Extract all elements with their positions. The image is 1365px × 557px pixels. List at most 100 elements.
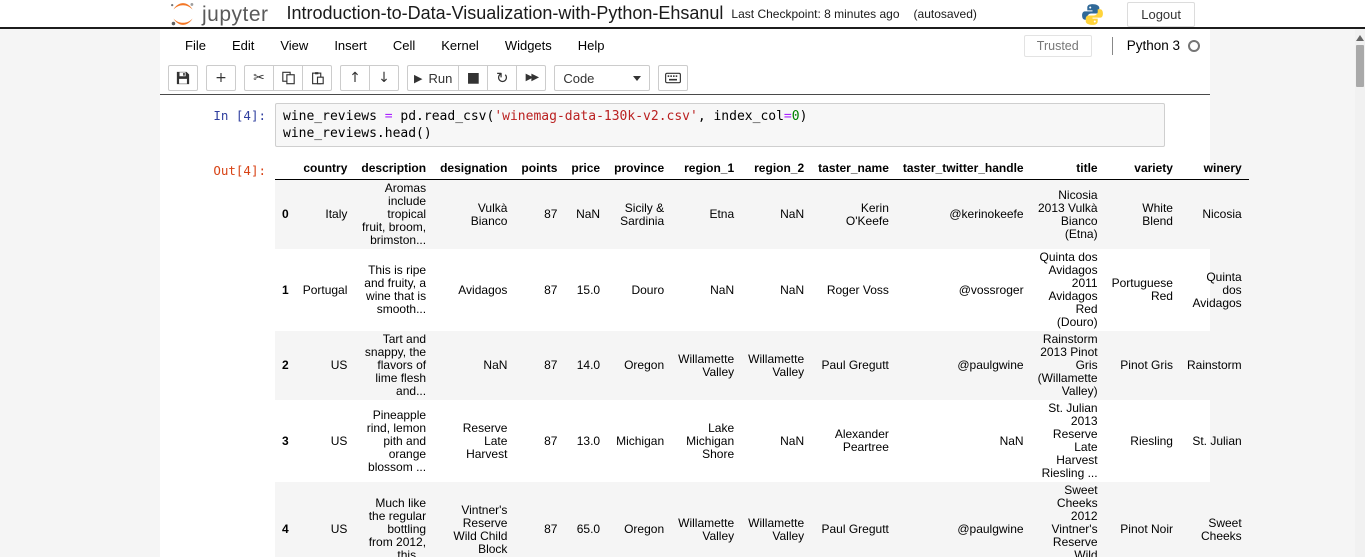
table-cell: Rainstorm	[1186, 358, 1242, 372]
column-header-province: province	[607, 158, 672, 180]
cell-type-value: Code	[563, 70, 595, 86]
run-button[interactable]: ▶ Run	[407, 65, 460, 91]
menu-item-edit[interactable]: Edit	[219, 32, 267, 59]
table-cell: @vossroger	[958, 282, 1024, 297]
table-cell: Nicosia	[1202, 207, 1242, 221]
save-icon	[176, 71, 190, 85]
table-cell: Pinot Noir	[1120, 522, 1173, 536]
copy-cell-button[interactable]	[273, 65, 303, 91]
notebook-title[interactable]: Introduction-to-Data-Visualization-with-…	[287, 3, 724, 24]
table-cell: Michigan	[616, 433, 665, 448]
table-row: 3 US Pineapple rind, lemon pith and orange…	[275, 400, 1249, 482]
table-cell: Lake Michigan Shore	[686, 420, 735, 461]
table-cell: Etna	[709, 207, 735, 221]
code-token: wine_reviews.head()	[283, 126, 432, 141]
row-index: 1	[282, 282, 289, 297]
table-cell: Portugal	[302, 282, 348, 297]
menu-item-widgets[interactable]: Widgets	[492, 32, 565, 59]
scrollbar-thumb[interactable]	[1356, 45, 1364, 87]
table-cell: @paulgwine	[957, 358, 1024, 372]
table-cell: Paul Gregutt	[821, 522, 889, 536]
table-cell: NaN	[483, 358, 508, 372]
table-cell: NaN	[576, 207, 601, 221]
table-cell: US	[330, 522, 348, 536]
menu-items: File Edit View Insert Cell Kernel Widgets Help	[172, 32, 618, 59]
table-cell: Roger Voss	[826, 282, 889, 297]
table-cell: Tart and snappy, the flavors of lime fle…	[364, 332, 427, 398]
table-cell: Vulkà Bianco	[470, 200, 508, 228]
column-header-taster_name: taster_name	[811, 158, 896, 180]
table-cell: Sweet Cheeks 2012 Vintner's Reserve Wild…	[1051, 483, 1098, 557]
cut-cell-button[interactable]: ✂	[244, 65, 274, 91]
column-header-description: description	[354, 158, 434, 180]
move-cell-up-button[interactable]: ↑	[340, 65, 370, 91]
jupyter-logo[interactable]: jupyter	[168, 0, 269, 28]
toolbar: + ✂ ↑ ↓ ▶ Run ■ ↻ ▶▶ Code	[160, 62, 1210, 95]
column-header-designation: designation	[433, 158, 515, 180]
table-cell: NaN	[999, 433, 1024, 448]
table-cell: Oregon	[624, 522, 665, 536]
restart-run-all-icon: ▶▶	[525, 72, 539, 83]
scrollbar[interactable]	[1355, 29, 1365, 557]
table-row: 0 Italy Aromas include tropical fruit, bro…	[275, 179, 1249, 249]
dataframe-table: country description designation points price…	[275, 158, 1249, 557]
interrupt-icon: ■	[466, 70, 480, 86]
table-cell: Willamette Valley	[748, 515, 805, 543]
output-prompt: Out[4]:	[213, 163, 266, 178]
table-cell: Kerin O'Keefe	[845, 200, 889, 228]
paste-cell-button[interactable]	[302, 65, 332, 91]
notebook-area: In [4]: wine_reviews = pd.read_csv('wine…	[160, 95, 1249, 557]
column-header-taster_twitter_handle: taster_twitter_handle	[895, 158, 1031, 180]
table-cell: Paul Gregutt	[821, 358, 889, 372]
table-cell: Rainstorm 2013 Pinot Gris (Willamette Va…	[1037, 332, 1098, 398]
menu-item-cell[interactable]: Cell	[380, 32, 428, 59]
dataframe-output: country description designation points price…	[275, 158, 1249, 557]
column-header-country: country	[295, 158, 355, 180]
table-cell: Much like the regular bottling from 2012…	[368, 496, 427, 557]
table-cell: 87	[544, 522, 558, 536]
menu-item-kernel[interactable]: Kernel	[428, 32, 492, 59]
menu-item-help[interactable]: Help	[565, 32, 618, 59]
add-cell-button[interactable]: +	[206, 65, 236, 91]
table-cell: Italy	[325, 207, 348, 221]
menu-item-view[interactable]: View	[267, 32, 321, 59]
save-button[interactable]	[168, 65, 198, 91]
menu-separator	[1111, 36, 1113, 55]
column-header-points: points	[514, 158, 565, 180]
keyboard-icon	[665, 72, 682, 84]
table-cell: Avidagos	[458, 282, 508, 297]
table-row: 1 Portugal This is ripe and fruity, a wine…	[275, 249, 1249, 331]
cell-type-dropdown[interactable]: Code	[554, 65, 651, 91]
menu-item-file[interactable]: File	[172, 32, 219, 59]
restart-kernel-button[interactable]: ↻	[487, 65, 518, 91]
trusted-badge: Trusted	[1023, 34, 1092, 57]
command-palette-button[interactable]	[658, 65, 689, 91]
table-cell: Reserve Late Harvest	[462, 420, 508, 461]
table-cell: Vintner's Reserve Wild Child Block	[453, 502, 508, 556]
logout-button[interactable]: Logout	[1127, 2, 1195, 27]
kernel-name: Python 3	[1126, 38, 1180, 53]
code-cell: In [4]: wine_reviews = pd.read_csv('wine…	[160, 103, 1210, 147]
run-icon: ▶	[414, 71, 423, 85]
restart-run-all-button[interactable]: ▶▶	[516, 65, 547, 91]
table-cell: Douro	[631, 282, 665, 297]
table-cell: @kerinokeefe	[949, 207, 1024, 221]
code-token: )	[799, 109, 808, 124]
row-index: 3	[282, 433, 289, 448]
table-cell: Sweet Cheeks	[1200, 515, 1242, 543]
row-index: 4	[282, 522, 289, 536]
code-editor[interactable]: wine_reviews = pd.read_csv('winemag-data…	[275, 103, 1165, 147]
copy-icon	[281, 71, 295, 85]
code-token: =	[384, 109, 401, 124]
table-cell: 14.0	[576, 358, 601, 372]
move-cell-down-button[interactable]: ↓	[369, 65, 399, 91]
table-cell: Aromas include tropical fruit, broom, br…	[362, 181, 427, 247]
table-cell: NaN	[780, 282, 805, 297]
table-cell: This is ripe and fruity, a wine that is …	[364, 263, 427, 316]
table-cell: Portuguese Red	[1111, 276, 1173, 303]
scrollbar-up-icon[interactable]	[1356, 35, 1364, 41]
interrupt-kernel-button[interactable]: ■	[458, 65, 489, 91]
menu-item-insert[interactable]: Insert	[321, 32, 380, 59]
table-cell: 87	[544, 207, 558, 221]
table-cell: Sicily & Sardinia	[620, 200, 665, 228]
